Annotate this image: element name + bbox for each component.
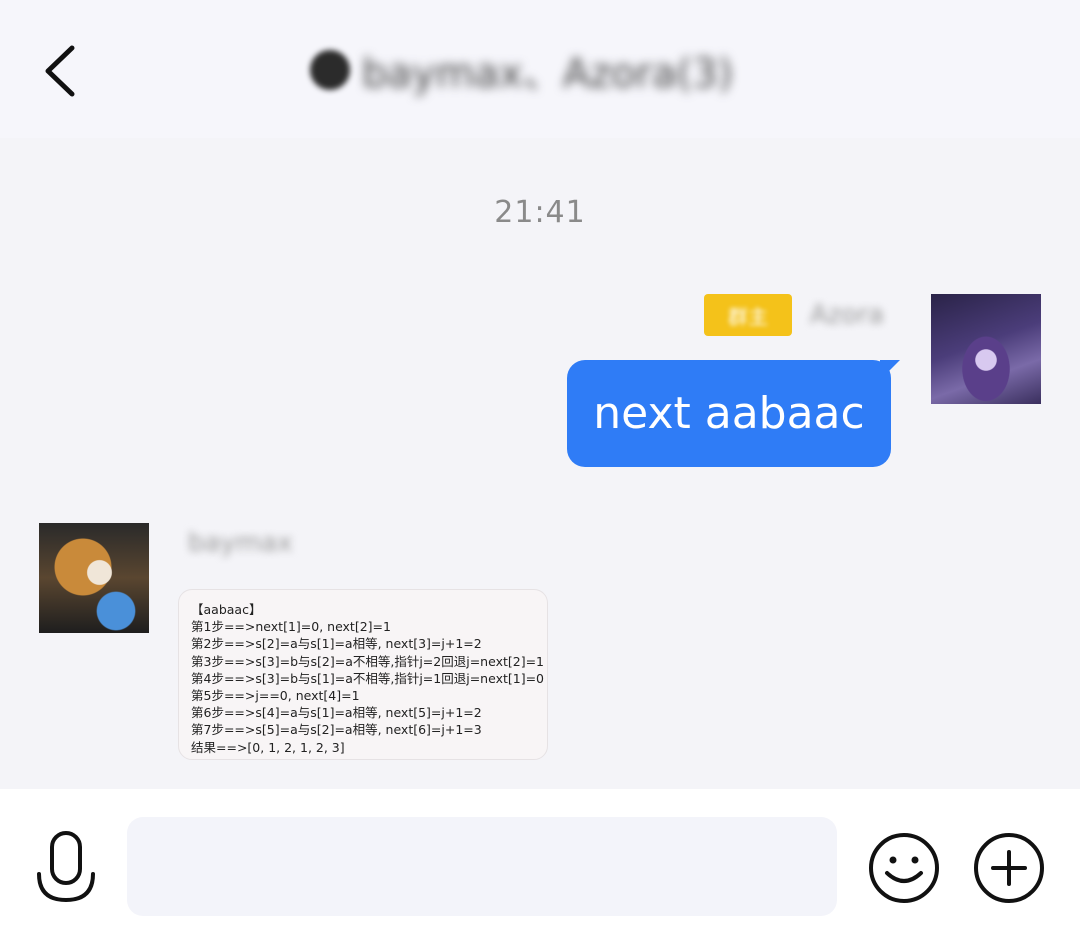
emoji-button[interactable] xyxy=(867,831,941,905)
card-line: 第1步==>next[1]=0, next[2]=1 xyxy=(191,619,391,635)
avatar-self[interactable] xyxy=(931,294,1041,404)
outgoing-bubble-tail xyxy=(880,360,900,380)
smiley-icon xyxy=(869,833,939,903)
card-line: 第3步==>s[3]=b与s[2]=a不相等,指针j=2回退j=next[2]=… xyxy=(191,653,544,669)
owner-badge: 群主 xyxy=(704,294,792,336)
avatar-baymax[interactable] xyxy=(39,523,149,633)
card-line: 第6步==>s[4]=a与s[1]=a相等, next[5]=j+1=2 xyxy=(191,705,482,721)
chevron-left-icon xyxy=(45,45,75,97)
owner-badge-label: 群主 xyxy=(728,304,768,329)
card-line: 第7步==>s[5]=a与s[2]=a相等, next[6]=j+1=3 xyxy=(191,722,482,738)
card-line: 第4步==>s[3]=b与s[1]=a不相等,指针j=1回退j=next[1]=… xyxy=(191,670,544,686)
incoming-message-card[interactable]: 【aabaac】 第1步==>next[1]=0, next[2]=1 第2步=… xyxy=(178,589,548,760)
microphone-icon xyxy=(37,831,95,903)
outgoing-sender-name: Azora xyxy=(810,300,884,330)
more-button[interactable] xyxy=(972,831,1046,905)
group-icon xyxy=(310,50,350,90)
outgoing-message-bubble[interactable]: next aabaac xyxy=(567,360,891,467)
card-line: 【aabaac】 xyxy=(191,602,262,617)
chat-title-text: baymax、Azora(3) xyxy=(362,51,734,97)
card-line: 第2步==>s[2]=a与s[1]=a相等, next[3]=j+1=2 xyxy=(191,636,482,652)
message-input[interactable] xyxy=(127,817,837,916)
chat-header: baymax、Azora(3) xyxy=(0,0,1080,138)
outgoing-message-text: next aabaac xyxy=(593,388,865,439)
card-line: 第5步==>j==0, next[4]=1 xyxy=(191,688,360,704)
back-button[interactable] xyxy=(30,36,100,106)
plus-icon xyxy=(974,833,1044,903)
message-timestamp: 21:41 xyxy=(494,195,586,230)
voice-button[interactable] xyxy=(34,830,98,904)
outgoing-sender: 群主 Azora xyxy=(704,294,884,336)
incoming-sender-name: baymax xyxy=(188,528,293,558)
chat-title: baymax、Azora(3) xyxy=(310,40,780,100)
card-line: 结果==>[0, 1, 2, 1, 2, 3] xyxy=(191,739,345,755)
